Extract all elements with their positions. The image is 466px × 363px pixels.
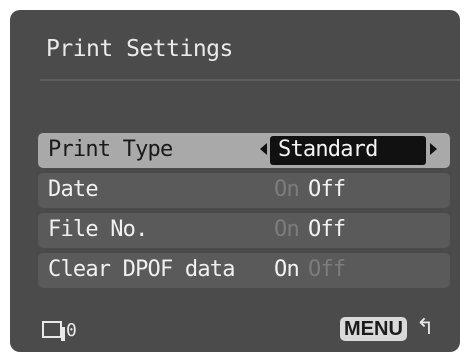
print-count-value: 0	[66, 320, 77, 341]
print-count-indicator: 0	[42, 320, 77, 341]
date-on-option[interactable]: On	[274, 177, 300, 202]
back-arrow-icon[interactable]: ↰	[416, 315, 434, 340]
menu-row-date[interactable]: Date On Off	[38, 173, 450, 208]
print-type-value[interactable]: Standard	[270, 136, 426, 165]
clear-dpof-label: Clear DPOF data	[48, 257, 235, 282]
clear-dpof-on-option[interactable]: On	[274, 257, 300, 282]
print-type-value-text: Standard	[278, 137, 378, 162]
title-divider	[40, 79, 460, 81]
print-copies-icon	[42, 321, 65, 341]
right-arrow-icon[interactable]	[430, 143, 437, 155]
print-type-label: Print Type	[48, 137, 173, 162]
file-no-on-option[interactable]: On	[274, 217, 300, 242]
date-off-option[interactable]: Off	[308, 177, 346, 202]
date-label: Date	[48, 177, 99, 202]
left-arrow-icon[interactable]	[260, 143, 267, 155]
menu-row-clear-dpof[interactable]: Clear DPOF data On Off	[38, 253, 450, 288]
menu-button[interactable]: MENU	[340, 317, 407, 341]
page-title: Print Settings	[46, 36, 233, 62]
file-no-label: File No.	[48, 217, 148, 242]
file-no-off-option[interactable]: Off	[308, 217, 346, 242]
clear-dpof-off-option[interactable]: Off	[308, 257, 346, 282]
menu-row-file-no[interactable]: File No. On Off	[38, 213, 450, 248]
camera-screen: Print Settings Print Type Standard Date …	[10, 10, 460, 352]
menu-row-print-type[interactable]: Print Type Standard	[38, 133, 450, 168]
